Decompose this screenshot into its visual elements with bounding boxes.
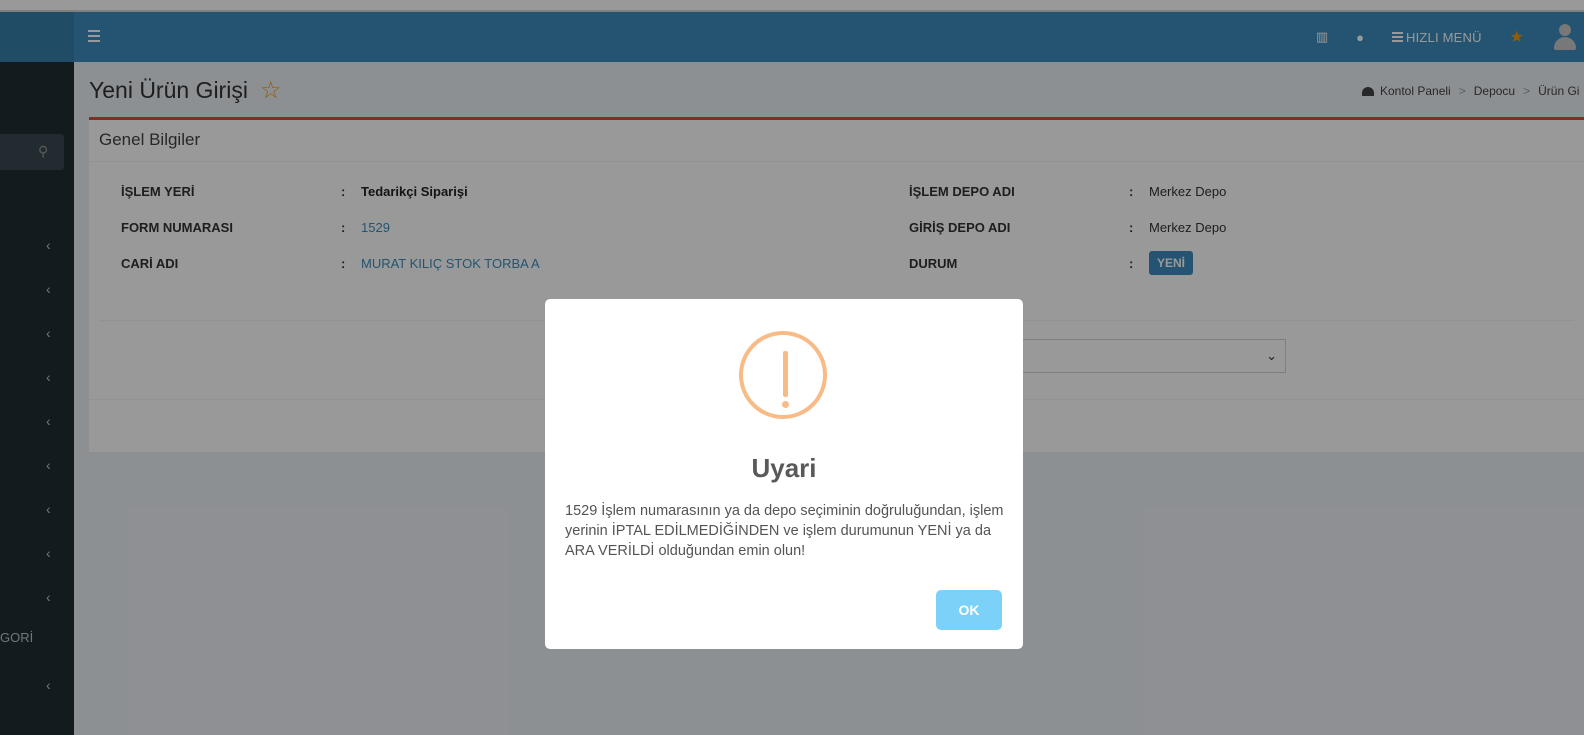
warning-icon <box>739 331 827 419</box>
modal-message: 1529 İşlem numarasının ya da depo seçimi… <box>565 503 1004 559</box>
warning-modal: Uyari 1529 İşlem numarasının ya da depo … <box>545 299 1023 649</box>
modal-title: Uyari <box>751 453 817 483</box>
ok-button[interactable]: OK <box>936 590 1002 630</box>
